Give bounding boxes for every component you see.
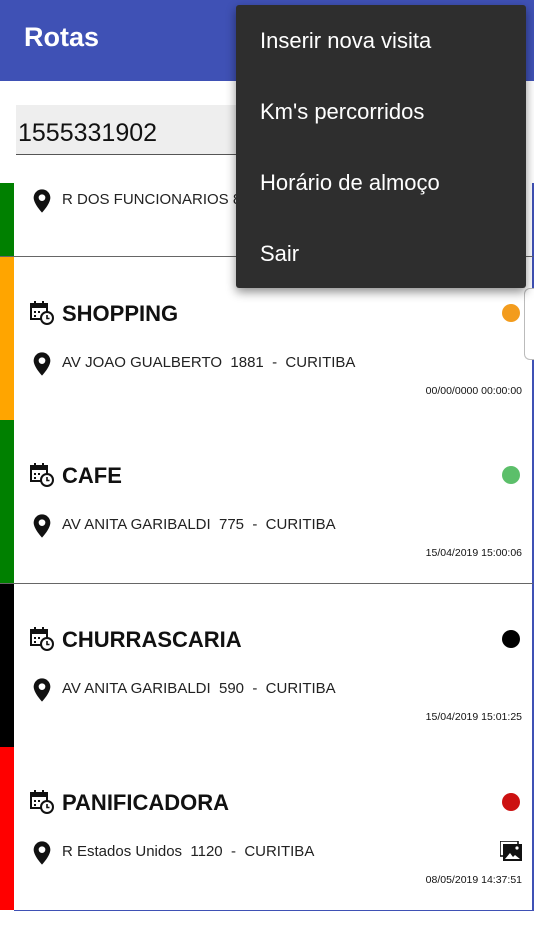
route-name: SHOPPING: [62, 301, 179, 326]
calendar-clock-icon: [30, 301, 54, 325]
overflow-menu: Inserir nova visita Km's percorridos Hor…: [236, 5, 526, 288]
status-dot: [502, 304, 520, 322]
route-address: AV ANITA GARIBALDI 590 - CURITIBA: [62, 680, 336, 697]
location-pin-icon: [33, 189, 51, 213]
route-address: R Estados Unidos 1120 - CURITIBA: [62, 843, 315, 860]
menu-item-kms-percorridos[interactable]: Km's percorridos: [260, 99, 424, 125]
location-pin-icon: [33, 514, 51, 538]
route-name: CHURRASCARIA: [62, 627, 242, 652]
calendar-clock-icon: [30, 463, 54, 487]
menu-item-horario-almoco[interactable]: Horário de almoço: [260, 170, 440, 196]
location-pin-icon: [33, 678, 51, 702]
status-bar: [0, 584, 14, 747]
route-card[interactable]: CHURRASCARIA AV ANITA GARIBALDI 590 - CU…: [0, 584, 534, 747]
route-card[interactable]: CAFE AV ANITA GARIBALDI 775 - CURITIBA 1…: [0, 420, 534, 584]
status-bar: [0, 747, 14, 910]
status-dot: [502, 466, 520, 484]
photo-icon[interactable]: [500, 841, 522, 861]
route-timestamp: 15/04/2019 15:00:06: [425, 547, 522, 559]
status-dot: [502, 793, 520, 811]
status-bar: [0, 257, 14, 420]
route-name: PANIFICADORA: [62, 790, 230, 815]
route-address: AV JOAO GUALBERTO 1881 - CURITIBA: [62, 354, 356, 371]
route-timestamp: 00/00/0000 00:00:00: [425, 385, 522, 397]
list-bottom-divider: [14, 910, 534, 911]
status-bar: [0, 183, 14, 256]
menu-item-sair[interactable]: Sair: [260, 241, 299, 267]
calendar-clock-icon: [30, 790, 54, 814]
route-card[interactable]: PANIFICADORA R Estados Unidos 1120 - CUR…: [0, 747, 534, 910]
route-address: R DOS FUNCIONARIOS 897: [62, 191, 258, 208]
location-pin-icon: [33, 841, 51, 865]
route-timestamp: 15/04/2019 15:01:25: [425, 711, 522, 723]
route-address: AV ANITA GARIBALDI 775 - CURITIBA: [62, 516, 336, 533]
status-bar: [0, 420, 14, 583]
route-timestamp: 08/05/2019 14:37:51: [425, 874, 522, 886]
route-name: CAFE: [62, 463, 122, 488]
menu-item-inserir-nova-visita[interactable]: Inserir nova visita: [260, 28, 431, 54]
route-list: R DOS FUNCIONARIOS 897 SHOPPING AV JOAO …: [0, 183, 534, 910]
status-dot: [502, 630, 520, 648]
location-pin-icon: [33, 352, 51, 376]
calendar-clock-icon: [30, 627, 54, 651]
page-title: Rotas: [24, 22, 100, 52]
scroll-thumb[interactable]: [524, 288, 534, 360]
